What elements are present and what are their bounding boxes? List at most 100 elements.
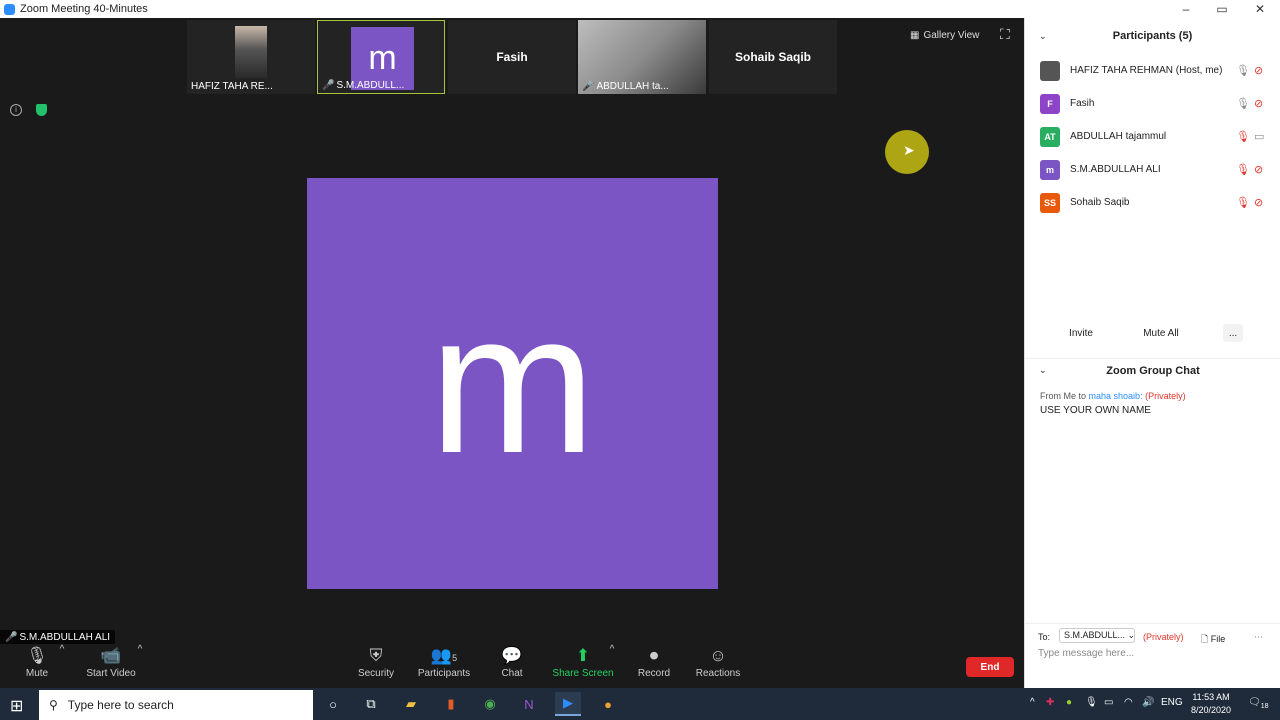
network-icon[interactable]: ◠ bbox=[1124, 697, 1133, 708]
close-button[interactable]: ✕ bbox=[1242, 0, 1278, 18]
cortana-icon[interactable]: ○ bbox=[320, 692, 346, 716]
shield-icon: ⛨ bbox=[369, 646, 383, 665]
participants-panel-title: Participants (5) bbox=[1112, 30, 1193, 42]
grid-icon: ▦ bbox=[910, 29, 920, 41]
clock-time: 11:53 AM bbox=[1192, 692, 1230, 702]
microphone-icon[interactable]: 🎙 bbox=[1236, 64, 1250, 77]
zoom-app-icon bbox=[4, 3, 15, 15]
mute-all-button[interactable]: Mute All bbox=[1139, 324, 1183, 342]
chat-message-input[interactable]: Type message here... bbox=[1038, 648, 1134, 659]
participant-avatar: F bbox=[1040, 93, 1060, 114]
end-meeting-button[interactable]: End bbox=[966, 657, 1014, 677]
start-video-label: Start Video bbox=[86, 668, 136, 679]
tray-app-icon[interactable]: ● bbox=[1066, 697, 1072, 708]
security-button[interactable]: ⛨ Security bbox=[341, 644, 411, 679]
chat-recipient-private: (Privately) bbox=[1143, 632, 1184, 642]
windows-taskbar: ⊞ ⚲ Type here to search ○ ⧉ ▰ ▮ ◉ N ▶ ● … bbox=[0, 688, 1280, 720]
show-hidden-icons-icon[interactable]: ^ bbox=[1030, 697, 1035, 708]
power-icon[interactable]: ▭ bbox=[1104, 697, 1113, 708]
minimize-button[interactable]: – bbox=[1168, 0, 1204, 18]
participant-row[interactable]: m S.M.ABDULLAH ALI 🎙 ⊘ bbox=[1025, 153, 1280, 186]
collapse-chevron-icon[interactable]: ⌄ bbox=[1039, 365, 1047, 376]
volume-icon[interactable]: 🔊 bbox=[1142, 697, 1154, 708]
participant-row[interactable]: SS Sohaib Saqib 🎙 ⊘ bbox=[1025, 186, 1280, 219]
video-off-icon[interactable]: ⊘ bbox=[1254, 64, 1263, 77]
chat-to-label: To: bbox=[1038, 632, 1051, 642]
gallery-tile[interactable]: 🎤 ABDULLAH ta... bbox=[578, 20, 706, 94]
clock-date: 8/20/2020 bbox=[1190, 705, 1232, 715]
participant-name: S.M.ABDULLAH ALI bbox=[1070, 164, 1161, 175]
office-icon[interactable]: ▮ bbox=[438, 692, 464, 716]
video-camera-icon[interactable]: ▭ bbox=[1254, 130, 1264, 143]
maximize-button[interactable]: ▭ bbox=[1204, 0, 1240, 18]
tile-name: ABDULLAH ta... bbox=[596, 81, 669, 92]
notification-icon[interactable]: 🗨18 bbox=[1248, 697, 1269, 710]
participant-photo bbox=[235, 26, 267, 78]
reactions-button[interactable]: ☺ Reactions bbox=[683, 644, 753, 679]
mouse-cursor-icon: ➤ bbox=[903, 142, 915, 158]
participant-avatar: AT bbox=[1040, 126, 1060, 147]
chat-recipient-bar: To: S.M.ABDULL... ⌄ (Privately) 🗋 File ⋯ bbox=[1025, 623, 1280, 644]
active-speaker-tag: 🎤 S.M.ABDULLAH ALI bbox=[0, 630, 116, 645]
onenote-icon[interactable]: N bbox=[516, 692, 542, 716]
video-off-icon[interactable]: ⊘ bbox=[1254, 196, 1263, 209]
language-indicator[interactable]: ENG bbox=[1161, 697, 1183, 708]
window-title-bar: Zoom Meeting 40-Minutes – ▭ ✕ bbox=[0, 0, 1280, 18]
search-icon: ⚲ bbox=[49, 698, 58, 712]
tile-name: Sohaib Saqib bbox=[734, 50, 811, 64]
gallery-strip: HAFIZ TAHA RE... m 🎤 S.M.ABDULL... Fasih … bbox=[187, 20, 837, 94]
task-view-icon[interactable]: ⧉ bbox=[358, 692, 384, 716]
video-off-icon[interactable]: ⊘ bbox=[1254, 97, 1263, 110]
file-explorer-icon[interactable]: ▰ bbox=[398, 692, 424, 716]
file-button[interactable]: 🗋 File bbox=[1201, 632, 1225, 648]
record-button[interactable]: ⏺ Record bbox=[619, 644, 689, 679]
gallery-tile[interactable]: Sohaib Saqib bbox=[709, 20, 837, 94]
fullscreen-icon[interactable]: ⛶ bbox=[1000, 26, 1010, 43]
chat-button[interactable]: 💬 Chat bbox=[477, 644, 547, 679]
mic-muted-icon[interactable]: 🎙 bbox=[1236, 163, 1250, 176]
chat-recipient-name[interactable]: maha shoaib: bbox=[1089, 391, 1143, 401]
zoom-taskbar-icon[interactable]: ▶ bbox=[555, 692, 581, 716]
chat-recipient-select[interactable]: S.M.ABDULL... ⌄ bbox=[1059, 628, 1135, 643]
chat-more-icon[interactable]: ⋯ bbox=[1254, 632, 1263, 643]
invite-button[interactable]: Invite bbox=[1063, 324, 1099, 342]
microphone-tray-icon[interactable]: 🎙 bbox=[1085, 697, 1098, 708]
participants-label: Participants bbox=[417, 668, 471, 679]
chat-message-header: From Me to maha shoaib: (Privately) bbox=[1040, 391, 1186, 401]
participants-button[interactable]: 👥5 Participants bbox=[409, 644, 479, 679]
mic-muted-icon: 🎤 bbox=[322, 80, 335, 91]
microphone-icon[interactable]: 🎙 bbox=[1236, 97, 1250, 110]
encryption-shield-icon[interactable] bbox=[36, 104, 47, 116]
more-options-button[interactable]: ... bbox=[1223, 324, 1243, 342]
mic-muted-icon[interactable]: 🎙 bbox=[1236, 130, 1250, 143]
tile-name: S.M.ABDULL... bbox=[336, 80, 405, 91]
gallery-tile[interactable]: m 🎤 S.M.ABDULL... bbox=[317, 20, 445, 94]
participant-row[interactable]: F Fasih 🎙 ⊘ bbox=[1025, 87, 1280, 120]
windows-start-icon[interactable]: ⊞ bbox=[10, 696, 23, 716]
gallery-tile[interactable]: Fasih bbox=[448, 20, 576, 94]
chat-recipient-value: S.M.ABDULL... bbox=[1064, 630, 1126, 640]
video-options-chevron-icon[interactable]: ^ bbox=[105, 644, 175, 655]
participant-row[interactable]: AT ABDULLAH tajammul 🎙 ▭ bbox=[1025, 120, 1280, 153]
record-icon: ⏺ bbox=[649, 646, 659, 665]
tray-app-icon[interactable]: ✚ bbox=[1046, 697, 1054, 708]
participant-row[interactable]: HAFIZ TAHA REHMAN (Host, me) 🎙 ⊘ bbox=[1025, 54, 1280, 87]
collapse-chevron-icon[interactable]: ⌄ bbox=[1039, 31, 1047, 42]
participant-name: Fasih bbox=[1070, 98, 1095, 109]
participant-avatar bbox=[1040, 60, 1060, 81]
active-speaker-avatar: m bbox=[307, 178, 718, 589]
taskbar-clock[interactable]: 11:53 AM 8/20/2020 bbox=[1186, 691, 1236, 717]
chat-label: Chat bbox=[501, 668, 523, 679]
taskbar-search-input[interactable]: ⚲ Type here to search bbox=[39, 690, 313, 720]
smiley-plus-icon: ☺ bbox=[709, 646, 727, 665]
chrome-icon[interactable]: ◉ bbox=[477, 692, 503, 716]
tile-name: Fasih bbox=[496, 50, 528, 64]
tile-name: HAFIZ TAHA RE... bbox=[191, 81, 273, 92]
participant-name: Sohaib Saqib bbox=[1070, 197, 1130, 208]
info-icon[interactable]: i bbox=[10, 104, 22, 116]
gallery-tile[interactable]: HAFIZ TAHA RE... bbox=[187, 20, 315, 94]
mic-muted-icon[interactable]: 🎙 bbox=[1236, 196, 1250, 209]
video-off-icon[interactable]: ⊘ bbox=[1254, 163, 1263, 176]
gallery-view-button[interactable]: ▦ Gallery View bbox=[910, 26, 979, 44]
app-taskbar-icon[interactable]: ● bbox=[595, 692, 621, 716]
